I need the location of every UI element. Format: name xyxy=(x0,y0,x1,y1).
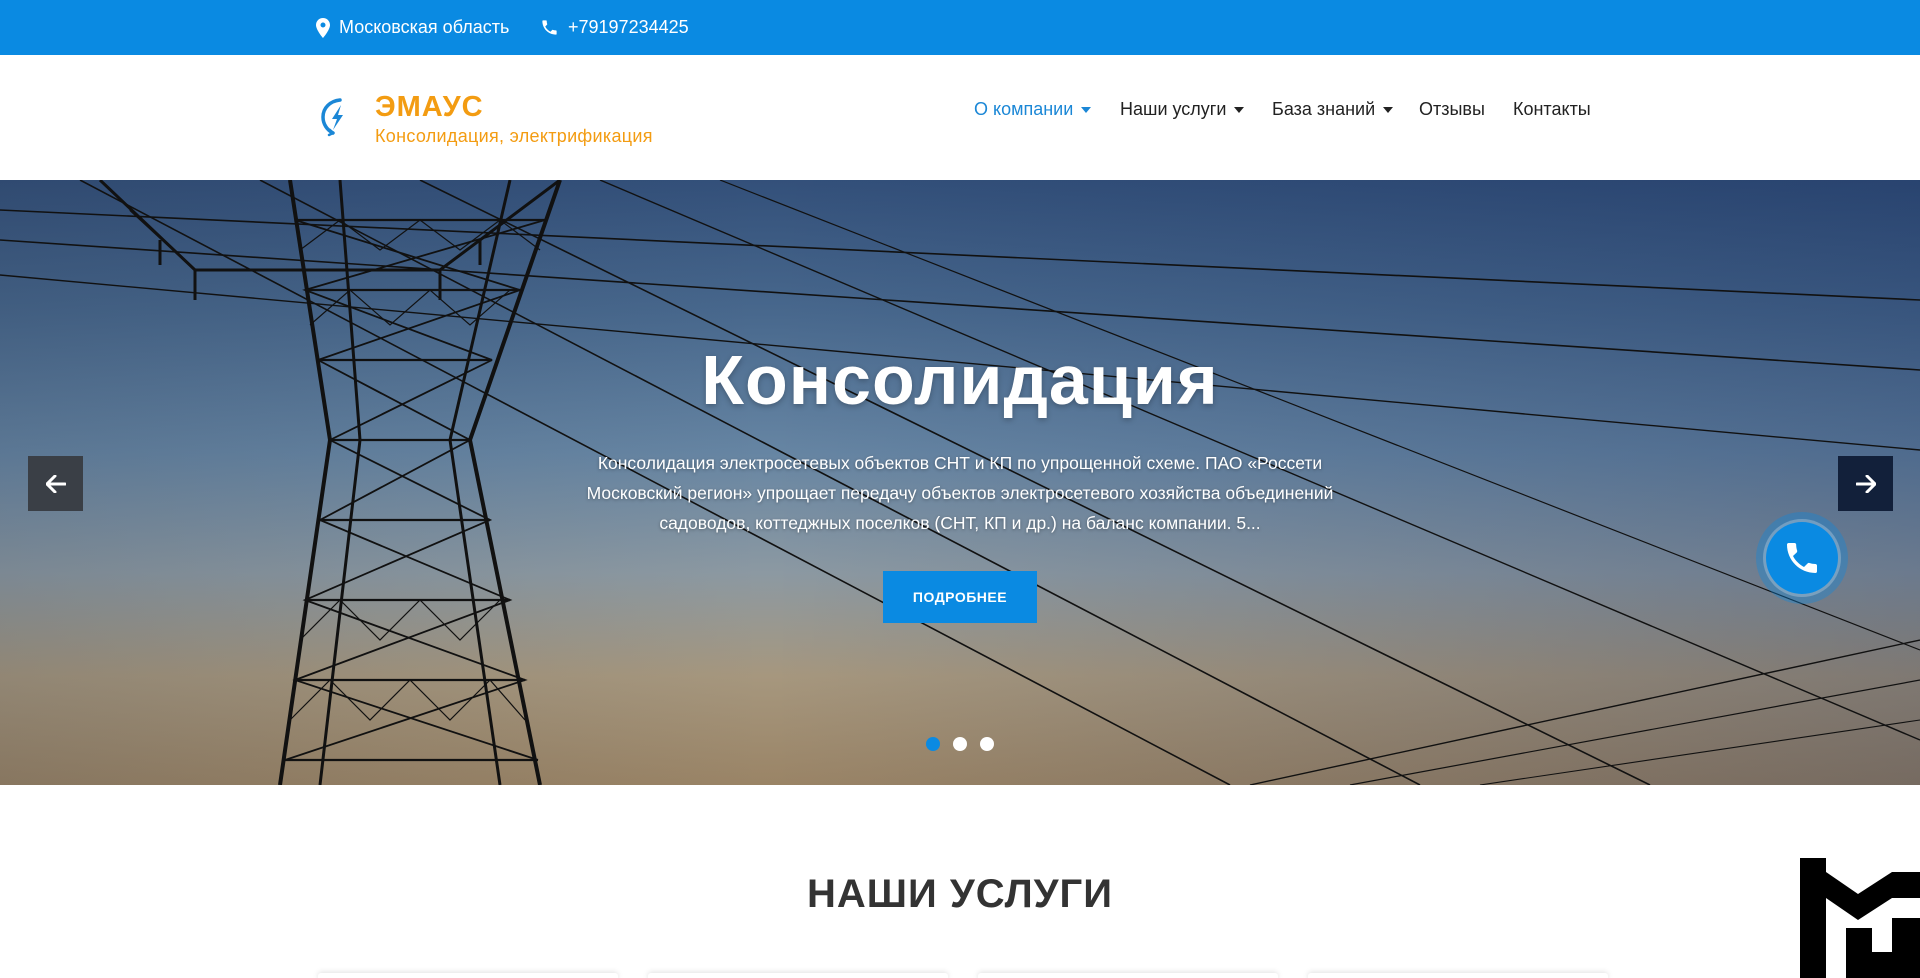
slider-dot[interactable] xyxy=(953,737,967,751)
nav-item-services[interactable]: Наши услуги xyxy=(1120,99,1245,120)
hero-slider: Консолидация Консолидация электросетевых… xyxy=(0,180,1920,785)
caret-down-icon xyxy=(1383,106,1394,113)
location-info: Московская область xyxy=(316,0,509,55)
slider-prev-button[interactable] xyxy=(28,456,83,511)
phone-text[interactable]: +79197234425 xyxy=(568,17,689,38)
corner-logo-icon xyxy=(1800,858,1920,978)
nav-label[interactable]: Отзывы xyxy=(1419,99,1485,120)
nav-label[interactable]: Контакты xyxy=(1513,99,1591,120)
hero-description: Консолидация электросетевых объектов СНТ… xyxy=(580,448,1340,538)
phone-link[interactable]: +79197234425 xyxy=(540,0,689,55)
phone-handset-icon xyxy=(1787,543,1817,573)
hero-text-line: Консолидация электросетевых объектов СНТ… xyxy=(597,453,1323,473)
brand-tagline: Консолидация, электрификация xyxy=(375,126,653,146)
hero-text-line: садоводов, коттеджных поселков (СНТ, КП … xyxy=(659,513,1261,533)
brand-name[interactable]: ЭМАУС xyxy=(375,91,484,124)
map-pin-icon xyxy=(316,17,330,38)
location-text: Московская область xyxy=(339,17,510,37)
nav-label[interactable]: О компании xyxy=(974,99,1073,120)
nav-label[interactable]: Наши услуги xyxy=(1120,99,1226,120)
callback-widget[interactable] xyxy=(1756,512,1848,604)
more-button[interactable]: ПОДРОБНЕЕ xyxy=(883,571,1037,623)
nav-item-reviews[interactable]: Отзывы xyxy=(1419,99,1485,120)
slider-dot[interactable] xyxy=(980,737,994,751)
service-card[interactable] xyxy=(978,973,1278,978)
phone-icon xyxy=(542,20,557,35)
arrow-right-icon xyxy=(1855,474,1876,493)
lightning-bolt-icon[interactable] xyxy=(320,97,352,137)
callback-button[interactable] xyxy=(1766,522,1838,594)
slider-dot[interactable] xyxy=(926,737,940,751)
slider-next-button[interactable] xyxy=(1838,456,1893,511)
service-card[interactable] xyxy=(648,973,948,978)
caret-down-icon xyxy=(1081,106,1092,113)
service-card[interactable] xyxy=(318,973,618,978)
top-bar: Московская область +79197234425 xyxy=(0,0,1920,55)
nav-label[interactable]: База знаний xyxy=(1272,99,1375,120)
nav-item-about[interactable]: О компании xyxy=(974,99,1092,120)
arrow-left-icon xyxy=(45,474,66,493)
site-header: ЭМАУС Консолидация, электрификация О ком… xyxy=(0,55,1920,180)
caret-down-icon xyxy=(1234,106,1245,113)
hero-title: Консолидация xyxy=(701,341,1219,419)
hero-text-line: Московский регион» упрощает передачу объ… xyxy=(586,483,1334,503)
slider-dots xyxy=(0,737,1920,751)
service-card[interactable] xyxy=(1308,973,1608,978)
services-heading: НАШИ УСЛУГИ xyxy=(807,872,1113,916)
nav-item-contacts[interactable]: Контакты xyxy=(1513,99,1591,120)
nav-item-knowledge-base[interactable]: База знаний xyxy=(1272,99,1394,120)
